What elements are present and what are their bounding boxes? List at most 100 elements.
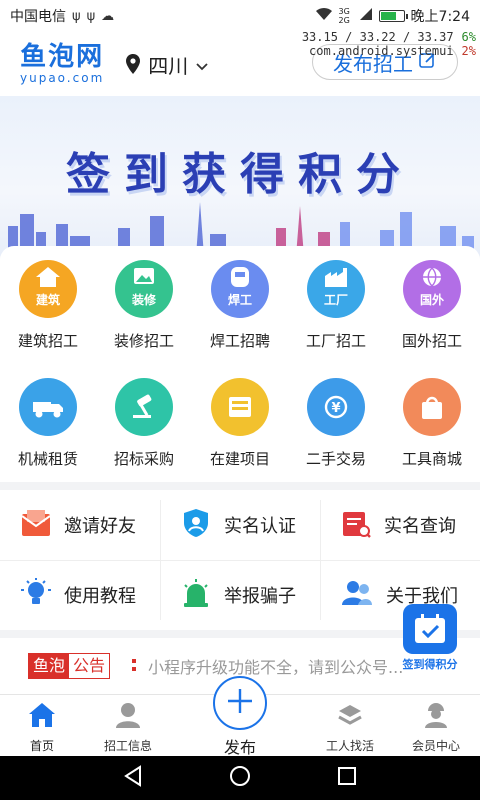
building-icon <box>211 378 269 436</box>
category-welding-mask[interactable]: 焊工 焊工招聘 <box>192 260 288 351</box>
publish-center-label: 发布 <box>223 738 256 757</box>
banner-title: 签到获得积分 <box>66 149 414 200</box>
category-globe[interactable]: 国外 国外招工 <box>384 260 480 351</box>
tab-member-center[interactable]: 会员中心 <box>388 699 480 754</box>
chevron-down-icon <box>196 52 208 76</box>
usb-icon-2: ψ <box>86 8 96 24</box>
truck-icon <box>19 378 77 436</box>
category-label: 装修招工 <box>113 332 174 350</box>
category-tag: 焊工 <box>227 293 252 307</box>
debug-overlay: 33.15 / 33.22 / 33.37 6% com.android.syst… <box>302 30 476 58</box>
lightbulb-icon <box>20 577 52 614</box>
tab-job-info-label: 招工信息 <box>103 739 152 753</box>
category-gavel[interactable]: 招标采购 <box>96 378 192 469</box>
tool-label: 实名认证 <box>224 516 296 537</box>
tool-invite-mail[interactable]: 邀请好友 <box>0 490 160 560</box>
welding-mask-icon: 焊工 <box>211 260 269 318</box>
yuan-exchange-icon: ¥ <box>307 378 365 436</box>
tab-job-info[interactable]: 招工信息 <box>80 699 176 754</box>
svg-text:¥: ¥ <box>331 401 340 416</box>
category-tag: 建筑 <box>35 293 60 307</box>
globe-icon: 国外 <box>403 260 461 318</box>
sign-in-points-label: 签到得积分 <box>402 658 458 671</box>
home-circle-icon[interactable] <box>229 765 251 791</box>
city-selector[interactable]: 四川 <box>126 50 208 79</box>
tab-home[interactable]: 首页 <box>0 699 90 754</box>
colon-divider-icon <box>132 659 137 673</box>
category-tag: 国外 <box>419 293 444 307</box>
battery-icon <box>378 10 408 22</box>
category-tag: 工厂 <box>323 293 348 307</box>
sign-in-points-float-button[interactable]: 签到得积分 <box>398 604 462 676</box>
category-label: 工厂招工 <box>305 332 366 350</box>
category-gallery[interactable]: 装修 装修招工 <box>96 260 192 351</box>
debug-line-2-pct: 2% <box>461 44 476 58</box>
signal-icon <box>359 7 373 25</box>
worker-info-icon <box>112 699 144 731</box>
system-nav-bar <box>0 756 480 800</box>
promo-banner[interactable]: 签到获得积分 <box>0 96 480 256</box>
tab-worker-find-job[interactable]: 工人找活 <box>302 699 398 754</box>
tool-label: 实名查询 <box>384 516 456 537</box>
debug-line-1: 33.15 / 33.22 / 33.37 <box>301 30 454 44</box>
home-icon <box>26 699 58 731</box>
helmet-stack-icon <box>334 699 366 731</box>
category-factory[interactable]: 工厂 工厂招工 <box>288 260 384 351</box>
logo-text-cn: 鱼泡网 <box>20 42 105 72</box>
category-truck[interactable]: 机械租赁 <box>0 378 96 469</box>
logo: 鱼泡网 yupao.com <box>20 44 104 84</box>
signal-network-label: 3G 2G <box>338 7 350 25</box>
recents-icon[interactable] <box>336 765 358 791</box>
city-name: 四川 <box>148 53 189 78</box>
invite-mail-icon <box>20 508 52 543</box>
category-label: 工具商城 <box>401 450 462 468</box>
calendar-check-icon <box>403 604 457 654</box>
divider <box>0 560 480 561</box>
category-label: 国外招工 <box>401 332 462 350</box>
cloud-icon: ☁ <box>101 8 115 24</box>
announcement-badge: 鱼泡 公告 <box>28 653 111 679</box>
tool-shield-check[interactable]: 实名认证 <box>160 490 320 560</box>
category-label: 二手交易 <box>305 450 366 468</box>
shopping-bag-icon <box>403 378 461 436</box>
usb-icon: ψ <box>72 8 81 24</box>
tab-worker-find-job-label: 工人找活 <box>325 739 374 753</box>
clock-time: 晚上7:24 <box>410 9 470 25</box>
announcement-badge-label: 公告 <box>69 654 110 678</box>
carrier-label: 中国电信 <box>10 9 66 25</box>
category-grid: 建筑 建筑招工 装修 装修招工 焊工 焊工招聘 工厂 工厂招工 国外 国外招工 机械租赁 招标采购在… <box>0 246 480 482</box>
tool-lightbulb[interactable]: 使用教程 <box>0 560 160 630</box>
factory-icon: 工厂 <box>307 260 365 318</box>
category-building[interactable]: 在建项目 <box>192 378 288 469</box>
debug-line-2: com.android.systemui <box>309 44 454 58</box>
status-bar: 中国电信 ψ ψ ☁ 3G 2G 晚上7:24 <box>0 0 480 32</box>
category-label: 在建项目 <box>209 450 270 468</box>
member-icon <box>420 699 452 731</box>
debug-line-1-pct: 6% <box>461 30 476 44</box>
tool-label: 使用教程 <box>64 586 136 607</box>
announcement-badge-brand: 鱼泡 <box>29 654 70 678</box>
category-label: 焊工招聘 <box>209 332 270 350</box>
app-screen: 中国电信 ψ ψ ☁ 3G 2G 晚上7:24 33.15 / 33.22 / … <box>0 0 480 800</box>
category-label: 建筑招工 <box>17 332 78 350</box>
shield-check-icon <box>180 507 212 544</box>
tab-home-label: 首页 <box>29 739 54 753</box>
back-icon[interactable] <box>122 765 144 791</box>
tool-label: 举报骗子 <box>224 586 296 607</box>
category-label: 机械租赁 <box>17 450 78 468</box>
users-icon <box>340 577 374 614</box>
category-yuan-exchange[interactable]: ¥ 二手交易 <box>288 378 384 469</box>
calendar-search-icon <box>340 507 372 544</box>
category-shopping-bag[interactable]: 工具商城 <box>384 378 480 469</box>
plus-icon <box>225 686 255 720</box>
tab-member-center-label: 会员中心 <box>411 739 460 753</box>
category-label: 招标采购 <box>113 450 174 468</box>
gavel-icon <box>115 378 173 436</box>
category-tag: 装修 <box>131 293 156 307</box>
tool-calendar-search[interactable]: 实名查询 <box>320 490 480 560</box>
tool-alarm-light[interactable]: 举报骗子 <box>160 560 320 630</box>
tool-label: 邀请好友 <box>64 516 136 537</box>
house-icon: 建筑 <box>19 260 77 318</box>
publish-center-button[interactable] <box>213 676 267 730</box>
category-house[interactable]: 建筑 建筑招工 <box>0 260 96 351</box>
